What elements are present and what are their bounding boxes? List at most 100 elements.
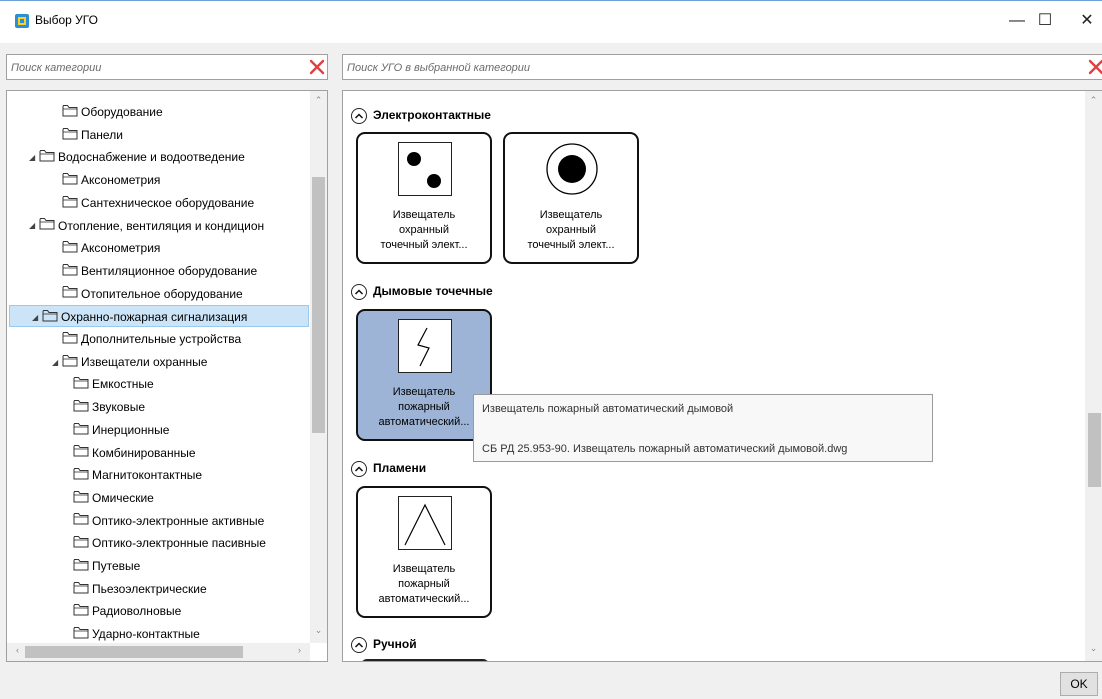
tree-item[interactable]: Пьезоэлектрические [63,578,207,600]
expanded-triangle-icon[interactable]: ◢ [29,147,39,169]
tree-item-label: Комбинированные [92,445,196,460]
tree-item-label: Извещатели охранные [81,354,208,369]
tree-item-label: Инерционные [92,422,170,437]
tree-scroll-thumb[interactable] [312,177,325,433]
tree-item[interactable]: Вентиляционное оборудование [52,260,257,282]
tree-item-label: Аксонометрия [81,173,161,188]
folder-icon [39,215,55,237]
app-icon [15,14,29,28]
tree-item[interactable]: Радиоволновые [63,600,181,622]
symbol-card[interactable]: Извещатель охранный точечный элект... [503,132,639,264]
symbols-panel: Электроконтактные Извещатель охранный точе… [342,90,1102,662]
tree-item-label: Водоснабжение и водоотведение [58,150,245,165]
folder-icon [73,556,89,578]
tree-item[interactable]: Путевые [63,555,140,577]
scroll-down-arrow-icon[interactable]: ⌄ [310,625,327,636]
tree-item[interactable]: Дополнительные устройства [52,328,241,350]
title-bar [0,0,1102,43]
two-dots-symbol-icon [398,142,452,196]
symbols-scroll-thumb[interactable] [1088,413,1101,487]
tree-item-label: Отопительное оборудование [81,286,243,301]
minimize-button[interactable]: — [1002,8,1032,34]
tree-item-label: Оборудование [81,105,163,119]
tree-item-label: Дополнительные устройства [81,332,242,346]
collapse-chevron-icon[interactable] [351,460,367,477]
tree-item[interactable]: Аксонометрия [52,237,160,259]
close-window-button[interactable]: ✕ [1072,8,1102,34]
expanded-triangle-icon[interactable]: ◢ [52,352,62,374]
tree-item-label: Отопление, вентиляция и кондицион [58,218,265,233]
tree-item[interactable]: Магнитоконтактные [63,464,202,486]
section-title: Дымовые точечные [373,284,493,298]
symbol-card-label: Извещатель пожарный автоматический... [378,386,470,428]
symbol-search-input[interactable] [347,59,1067,76]
section-header[interactable]: Электроконтактные [351,105,491,125]
folder-icon [62,125,78,147]
tree-item[interactable]: Емкостные [63,373,154,395]
folder-icon [62,102,78,124]
tree-horizontal-scrollbar[interactable]: ‹ › [7,643,310,661]
tree-item[interactable]: Ударно-контактные [63,623,200,645]
tree-item[interactable]: ◢ Отопление, вентиляция и кондицион [29,215,264,237]
tree-item[interactable]: ◢ Извещатели охранные [52,351,207,373]
tree-item[interactable]: Инерционные [63,419,169,441]
expanded-triangle-icon[interactable]: ◢ [32,307,42,329]
symbol-card[interactable]: Извещатель охранный точечный элект... [356,132,492,264]
tree-item[interactable]: Комбинированные [63,442,196,464]
tree-item[interactable]: Омические [63,487,154,509]
section-title: Ручной [373,637,417,651]
tree-item-label: Охранно-пожарная сигнализация [61,310,248,325]
scroll-down-arrow-icon[interactable]: ⌄ [1085,643,1102,654]
tree-item-label: Аксонометрия [81,241,161,256]
circle-dot-symbol-icon [545,142,599,196]
symbols-vertical-scrollbar[interactable]: ⌃ ⌄ [1085,91,1102,661]
tree-vertical-scrollbar[interactable]: ⌃ ⌄ [310,91,327,643]
ok-button[interactable]: OK [1060,672,1098,696]
section-header[interactable]: Пламени [351,458,426,478]
scroll-left-arrow-icon[interactable]: ‹ [9,645,26,655]
tree-item[interactable]: ◢ Водоснабжение и водоотведение [29,146,245,168]
folder-icon [62,238,78,260]
folder-icon [73,465,89,487]
section-header[interactable]: Дымовые точечные [351,281,493,301]
collapse-chevron-icon[interactable] [351,636,367,653]
folder-icon [62,283,78,305]
expanded-triangle-icon[interactable]: ◢ [29,215,39,237]
scroll-right-arrow-icon[interactable]: › [291,645,308,655]
folder-icon [73,420,89,442]
folder-icon [73,488,89,510]
folder-icon [73,533,89,555]
maximize-button[interactable]: ☐ [1030,8,1060,34]
tree-item-label: Радиоволновые [92,604,182,619]
tree-item[interactable]: Оборудование [52,101,163,123]
tree-item[interactable]: Панели [52,124,123,146]
collapse-chevron-icon[interactable] [351,107,367,124]
tree-item[interactable]: Звуковые [63,396,145,418]
clear-symbol-search-icon[interactable] [1086,57,1102,77]
folder-icon [73,397,89,419]
tree-item[interactable]: Отопительное оборудование [52,283,243,305]
tooltip-name: Извещатель пожарный автоматический дымов… [482,403,734,415]
clear-category-search-icon[interactable] [307,57,327,77]
tree-hscroll-thumb[interactable] [25,646,243,658]
tree-item-selected[interactable]: ◢ Охранно-пожарная сигнализация [9,305,309,329]
tree-item[interactable]: Аксонометрия [52,169,160,191]
section-header[interactable]: Ручной [351,634,417,654]
tree-item-label: Сантехническое оборудование [81,195,255,210]
tree-item[interactable]: Оптико-электронные пасивные [63,532,266,554]
tree-item[interactable]: Сантехническое оборудование [52,192,254,214]
symbol-card-selected[interactable]: Извещатель пожарный автоматический... [356,309,492,441]
scroll-up-arrow-icon[interactable]: ⌃ [1085,95,1102,106]
folder-icon [62,261,78,283]
tree-item[interactable]: Оптико-электронные активные [63,510,264,532]
collapse-chevron-icon[interactable] [351,283,367,300]
scroll-up-arrow-icon[interactable]: ⌃ [310,95,327,106]
folder-icon [42,307,58,329]
symbol-card[interactable]: Извещатель пожарный автоматический... [356,486,492,618]
category-search-input[interactable] [11,59,301,76]
symbol-search-box [342,54,1102,80]
symbol-card-partial[interactable] [361,659,489,661]
symbol-card-label: Извещатель охранный точечный элект... [527,209,615,251]
tree-item-label: Омические [92,490,154,505]
folder-icon [73,601,89,623]
